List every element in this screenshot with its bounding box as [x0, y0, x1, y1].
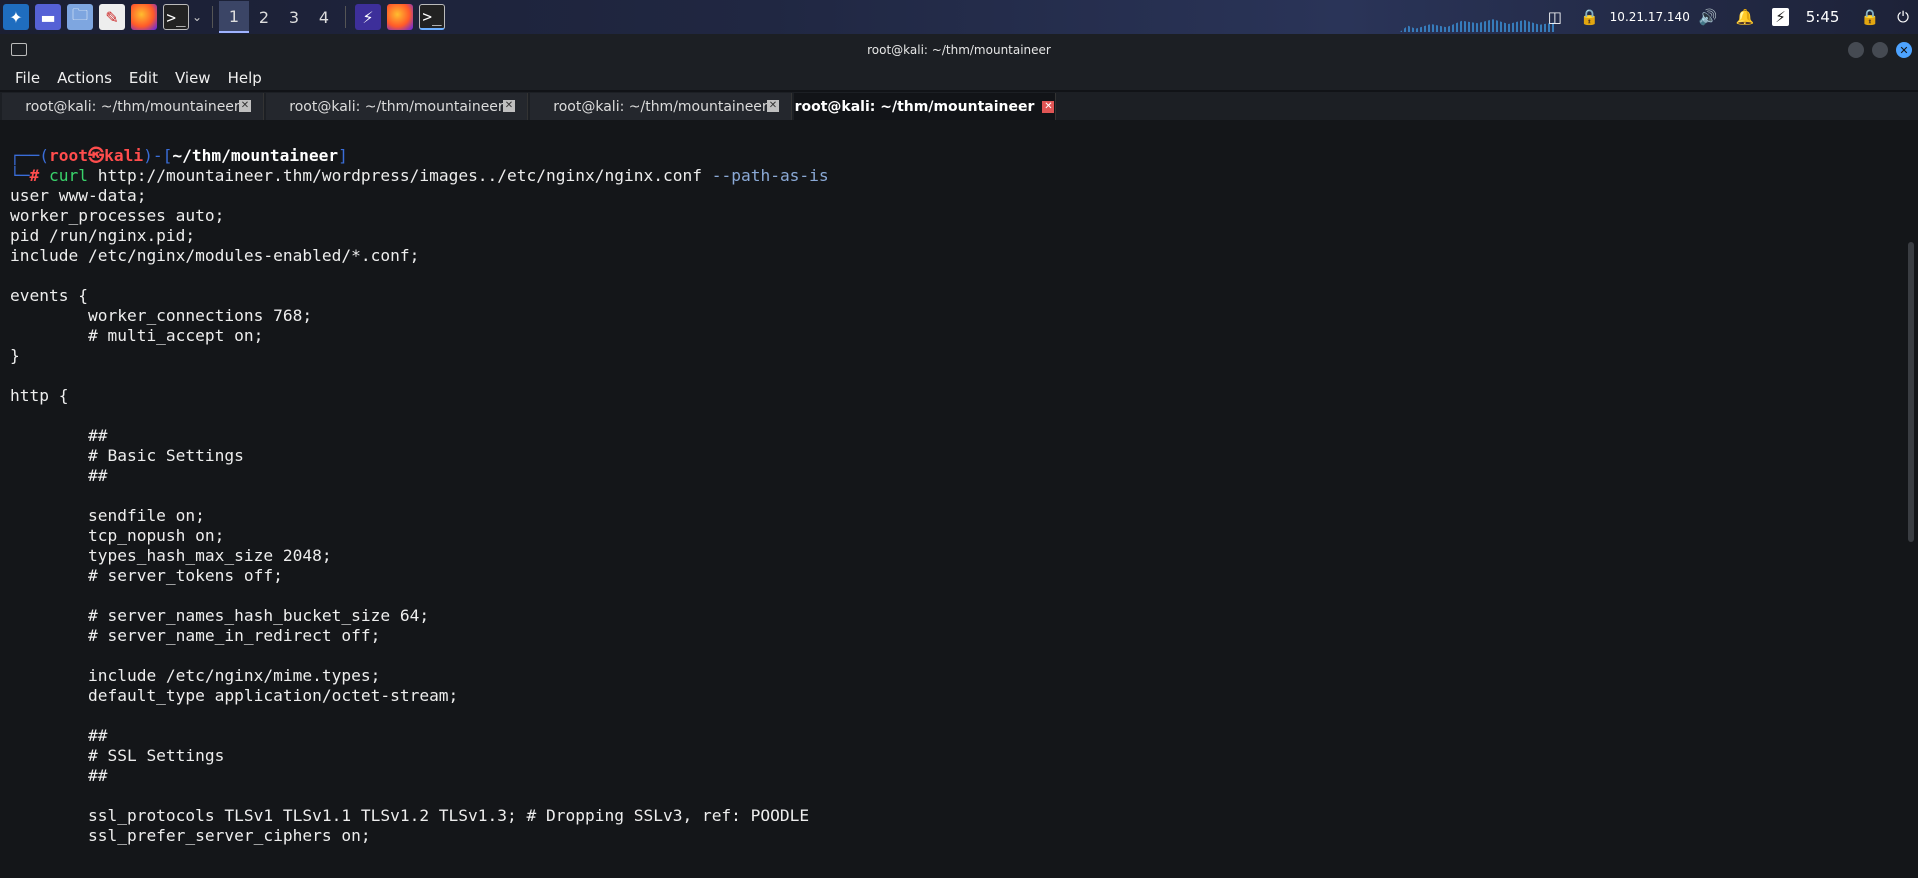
volume-icon[interactable]: 🔊: [1699, 8, 1718, 26]
output-line: worker_connections 768;: [10, 306, 313, 325]
tab-close-icon[interactable]: ✕: [767, 100, 779, 112]
output-line: ssl_protocols TLSv1 TLSv1.1 TLSv1.2 TLSv…: [10, 806, 810, 825]
command-name: curl: [49, 166, 88, 185]
command-output: user www-data; worker_processes auto; pi…: [10, 186, 809, 846]
output-line: user www-data;: [10, 186, 147, 205]
firefox-icon[interactable]: [131, 4, 157, 30]
output-line: sendfile on;: [10, 506, 205, 525]
output-line: include /etc/nginx/mime.types;: [10, 666, 381, 685]
lock-icon[interactable]: 🔒: [1860, 8, 1879, 26]
terminal-tab[interactable]: root@kali: ~/thm/mountaineer ✕: [266, 93, 528, 120]
battery-icon[interactable]: ⚡: [1772, 8, 1789, 26]
power-icon[interactable]: ⏻: [1897, 8, 1909, 26]
vpn-lock-icon[interactable]: 🔒: [1580, 8, 1599, 26]
tab-close-icon[interactable]: ✕: [1042, 100, 1055, 113]
system-tray: ◫ 🔒 10.21.17.140 🔊 🔔 ⚡ 5:45 🔒 ⏻: [1539, 0, 1918, 34]
output-line: ssl_prefer_server_ciphers on;: [10, 826, 371, 845]
firefox-task-icon[interactable]: [387, 4, 413, 30]
kali-menu-icon[interactable]: ✦: [3, 4, 29, 30]
workspace-4[interactable]: 4: [309, 1, 339, 33]
terminal-tab[interactable]: root@kali: ~/thm/mountaineer ✕: [530, 93, 792, 120]
prompt-block: ┌──(root㉿kali)-[~/thm/mountaineer] └─# c…: [10, 146, 829, 185]
notification-bell-icon[interactable]: 🔔: [1736, 8, 1755, 26]
terminal-window-icon: [11, 43, 27, 56]
output-line: # Basic Settings: [10, 446, 244, 465]
terminal-task-icon[interactable]: >_: [419, 4, 445, 30]
tab-label: root@kali: ~/thm/mountaineer: [25, 98, 240, 115]
close-window-button[interactable]: ✕: [1896, 42, 1912, 58]
output-line: worker_processes auto;: [10, 206, 225, 225]
tab-bar: root@kali: ~/thm/mountaineer ✕ root@kali…: [0, 92, 1918, 120]
command-option: --path-as-is: [711, 166, 829, 185]
tab-label: root@kali: ~/thm/mountaineer: [289, 98, 504, 115]
workspace-3[interactable]: 3: [279, 1, 309, 33]
tab-close-icon[interactable]: ✕: [503, 100, 515, 112]
menu-actions[interactable]: Actions: [57, 69, 112, 87]
terminal-tab-active[interactable]: root@kali: ~/thm/mountaineer ✕: [794, 93, 1056, 120]
output-line: default_type application/octet-stream;: [10, 686, 459, 705]
top-panel: ✦ ▬ 🗀 ✎ >_ ⌄ 1 2 3 4 ⚡ >_ ◫ 🔒 10.21.17.1…: [0, 0, 1918, 34]
show-desktop-icon[interactable]: ▬: [35, 4, 61, 30]
output-line: ##: [10, 466, 108, 485]
command-args: http://mountaineer.thm/wordpress/images.…: [87, 166, 712, 185]
window-titlebar[interactable]: root@kali: ~/thm/mountaineer ✕: [0, 34, 1918, 66]
panel-separator: [345, 6, 346, 28]
cpu-graph: [1400, 19, 1555, 32]
maximize-button[interactable]: [1872, 42, 1888, 58]
terminal-icon[interactable]: >_: [163, 4, 189, 30]
terminal-tab[interactable]: root@kali: ~/thm/mountaineer ✕: [2, 93, 264, 120]
ip-address: 10.21.17.140: [1609, 10, 1690, 24]
workspace-1[interactable]: 1: [219, 1, 249, 33]
prompt-path: ~/thm/mountaineer: [172, 146, 339, 165]
output-line: }: [10, 346, 20, 365]
chevron-down-icon[interactable]: ⌄: [192, 10, 206, 24]
prompt-user: root: [48, 146, 88, 165]
output-line: types_hash_max_size 2048;: [10, 546, 332, 565]
output-line: http {: [10, 386, 69, 405]
clock[interactable]: 5:45: [1806, 8, 1840, 26]
prompt-host: kali: [104, 146, 144, 165]
menu-view[interactable]: View: [175, 69, 211, 87]
menu-file[interactable]: File: [15, 69, 40, 87]
burp-suite-icon[interactable]: ⚡: [355, 4, 381, 30]
output-line: # server_tokens off;: [10, 566, 283, 585]
text-editor-icon[interactable]: ✎: [99, 4, 125, 30]
output-line: tcp_nopush on;: [10, 526, 225, 545]
tab-label: root@kali: ~/thm/mountaineer: [794, 98, 1035, 115]
terminal-scrollbar[interactable]: [1908, 242, 1914, 542]
workspace-2[interactable]: 2: [249, 1, 279, 33]
tab-label: root@kali: ~/thm/mountaineer: [553, 98, 768, 115]
window-title: root@kali: ~/thm/mountaineer: [867, 43, 1051, 57]
output-line: ##: [10, 426, 108, 445]
output-line: ##: [10, 766, 108, 785]
output-line: ##: [10, 726, 108, 745]
output-line: # server_names_hash_bucket_size 64;: [10, 606, 430, 625]
menu-edit[interactable]: Edit: [129, 69, 158, 87]
output-line: # multi_accept on;: [10, 326, 264, 345]
prompt-hash: #: [29, 166, 40, 185]
output-line: # server_name_in_redirect off;: [10, 626, 381, 645]
display-icon[interactable]: ◫: [1548, 8, 1562, 26]
output-line: pid /run/nginx.pid;: [10, 226, 196, 245]
minimize-button[interactable]: [1848, 42, 1864, 58]
prompt-at-symbol: ㉿: [87, 146, 105, 165]
output-line: include /etc/nginx/modules-enabled/*.con…: [10, 246, 420, 265]
menu-bar: File Actions Edit View Help: [0, 66, 1918, 90]
output-line: events {: [10, 286, 88, 305]
output-line: # SSL Settings: [10, 746, 225, 765]
tab-close-icon[interactable]: ✕: [239, 100, 251, 112]
panel-separator: [212, 6, 213, 28]
file-manager-icon[interactable]: 🗀: [67, 4, 93, 30]
menu-help[interactable]: Help: [228, 69, 262, 87]
